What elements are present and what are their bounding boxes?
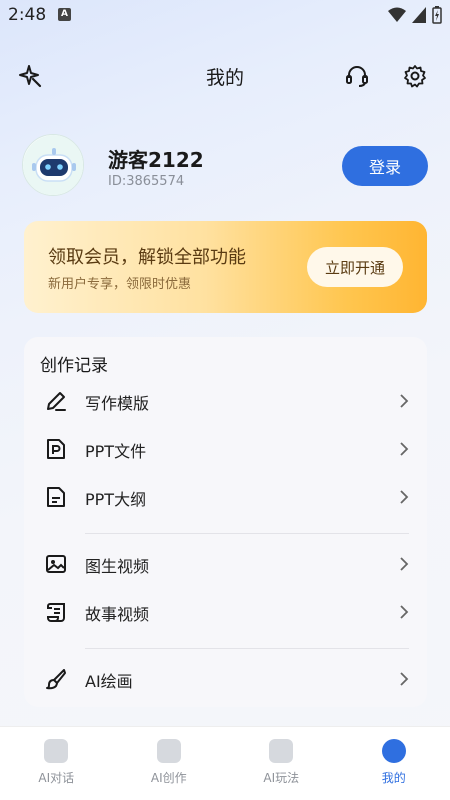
top-bar: 我的 [0,55,450,95]
ppt-file-icon [47,439,65,459]
tab-mine[interactable]: 我的 [338,727,450,800]
record-item-writing-template[interactable]: 写作模版 [24,379,427,423]
username: 游客2122 [108,148,204,172]
login-button[interactable]: 登录 [342,146,428,186]
record-item-label: 故事视频 [85,605,150,624]
chevron-right-icon [400,442,409,456]
battery-icon [432,6,442,24]
record-item-ppt-outline[interactable]: PPT大纲 [24,475,427,519]
record-item-ai-painting[interactable]: AI绘画 [24,657,427,701]
avatar[interactable] [22,134,84,196]
toolbox-icon [156,739,181,763]
record-item-story-video[interactable]: 故事视频 [24,590,427,634]
vip-banner[interactable]: 领取会员，解锁全部功能 新用户专享，领限时优惠 立即开通 [24,221,427,313]
record-item-label: 写作模版 [85,394,150,413]
brush-icon [46,669,66,690]
divider [85,648,409,649]
status-time: 2:48 [8,5,47,25]
user-id: ID:3865574 [108,174,185,189]
record-item-ppt-file[interactable]: PPT文件 [24,427,427,471]
tab-ai-play[interactable]: AI玩法 [225,727,338,800]
record-item-image-to-video[interactable]: 图生视频 [24,542,427,586]
profile-section: 游客2122 ID:3865574 登录 [22,134,428,198]
record-item-label: PPT文件 [85,442,147,461]
vip-open-button[interactable]: 立即开通 [307,247,403,287]
page-title: 我的 [205,67,244,89]
status-icons [388,6,442,24]
chevron-right-icon [400,490,409,504]
tab-label: AI玩法 [263,771,300,785]
chevron-right-icon [400,394,409,408]
scroll-icon [47,603,65,622]
bottom-tab-bar: AI对话 AI创作 AI玩法 我的 [0,726,450,800]
divider [85,533,409,534]
status-bar: 2:48 A [0,0,450,30]
chevron-right-icon [400,557,409,571]
profile-icon [381,739,406,763]
vip-title: 领取会员，解锁全部功能 [48,247,246,268]
records-title: 创作记录 [40,356,108,376]
signal-icon [412,7,426,23]
vip-subtitle: 新用户专享，领限时优惠 [48,277,192,292]
customer-service-icon[interactable] [342,61,372,91]
record-item-label: 图生视频 [85,557,150,576]
tab-label: 我的 [381,771,406,785]
tab-ai-create[interactable]: AI创作 [113,727,226,800]
tab-label: AI对话 [38,771,75,785]
chevron-right-icon [400,672,409,686]
chevron-right-icon [400,605,409,619]
record-item-label: PPT大纲 [85,490,147,509]
gear-icon[interactable] [400,61,430,91]
image-icon [46,555,66,573]
chat-icon [44,739,69,763]
notification-badge-icon: A [58,8,71,21]
creation-records-card: 创作记录 写作模版 PPT文件 PPT大纲 图生视频 故事视频 AI绘画 [24,337,427,707]
brush-tab-icon [269,739,294,763]
record-item-label: AI绘画 [85,672,133,691]
tab-label: AI创作 [150,771,187,785]
tab-ai-chat[interactable]: AI对话 [0,727,113,800]
pen-icon [47,392,66,411]
outline-doc-icon [47,487,65,507]
wifi-icon [388,7,406,22]
